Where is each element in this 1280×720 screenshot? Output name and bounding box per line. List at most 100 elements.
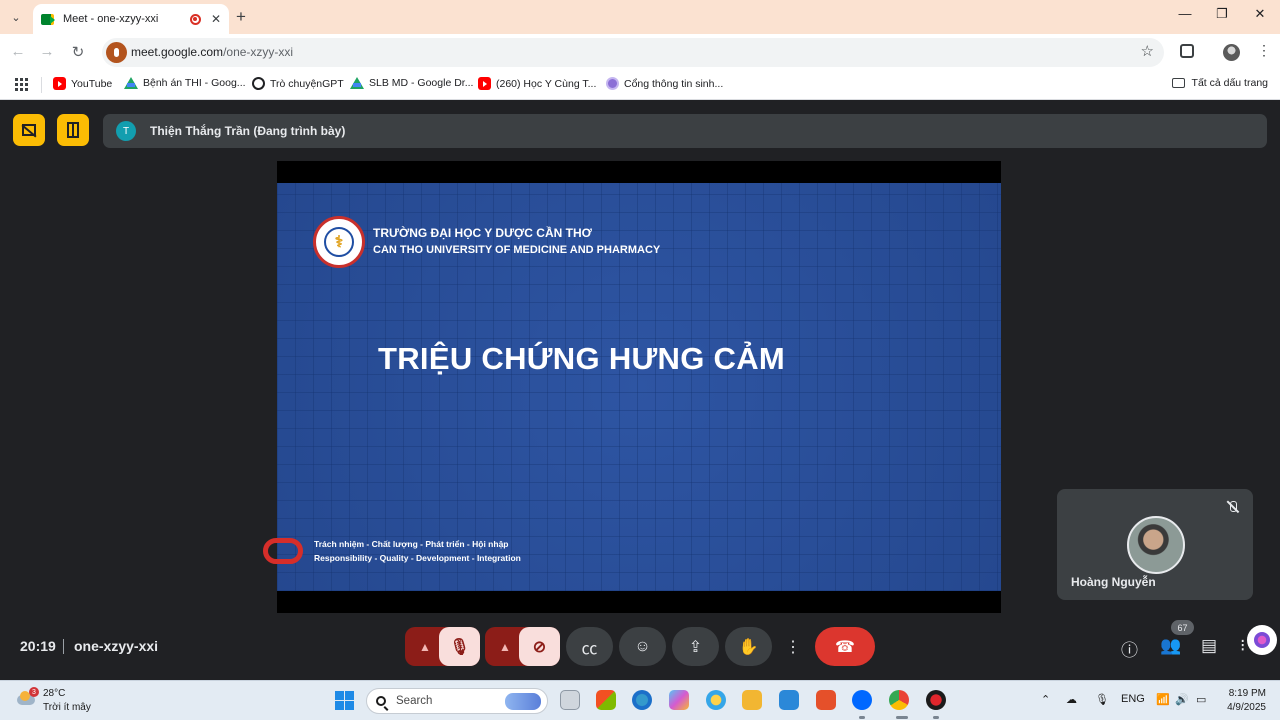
portal-icon [606,77,619,90]
store-icon[interactable] [596,690,616,710]
chatgpt-icon [252,77,265,90]
bookmark-item[interactable]: (260) Học Y Cùng T... [478,77,596,90]
window-close-icon[interactable]: ✕ [1250,6,1270,22]
leave-call-button[interactable]: ☎ [815,627,875,666]
hang-up-icon: ☎ [835,638,855,656]
weather-temperature[interactable]: 28°C [43,688,65,699]
layout-toggle-button[interactable] [57,114,89,146]
clock-date: 4/9/2025 [1227,702,1266,713]
all-bookmarks[interactable]: Tất cả dấu trang [1171,77,1268,89]
back-icon[interactable]: ← [9,43,27,60]
browser-tab-bar: ⌄ Meet - one-xzyy-xxi ✕ + — ❐ ✕ [0,0,1280,34]
activities-icon[interactable]: ⁝ [1240,636,1245,656]
bookmark-item[interactable]: Cổng thông tin sinh... [606,77,723,90]
mic-in-use-icon[interactable] [106,42,127,63]
captions-icon: ㏄ [581,640,598,658]
motto-en: Responsibility - Quality - Development -… [314,553,521,563]
hand-icon: ✋ [738,638,759,656]
red-arc-decoration [263,538,303,564]
weather-badge: 3 [29,687,39,697]
mic-toggle-button[interactable]: 🎙 [439,627,480,666]
chat-icon[interactable]: ▤ [1201,636,1217,656]
taskbar-search-input[interactable]: Search [366,688,548,714]
audio-control-group: ▲ 🎙 [405,627,480,666]
url-text: meet.google.com/one-xzyy-xxi [131,45,294,59]
recorder-icon[interactable] [926,690,946,710]
chrome-icon[interactable] [889,690,909,710]
camera-toggle-button[interactable]: ⊘ [519,627,560,666]
meet-area: T Thiện Thắng Trần (Đang trình bày) ⚕ TR… [0,101,1280,680]
onedrive-icon[interactable]: ☁ [1066,693,1077,706]
participant-tile[interactable]: Hoàng Nguyễn [1057,489,1253,600]
zalo-icon[interactable] [852,690,872,710]
bookmarks-divider [41,77,42,93]
participant-name: Hoàng Nguyễn [1071,575,1156,589]
minimize-icon[interactable]: — [1175,6,1195,21]
address-bar[interactable]: meet.google.com/one-xzyy-xxi ☆ [102,38,1164,67]
avatar [1127,516,1185,574]
camera-off-icon: ⊘ [532,638,547,656]
extensions-icon[interactable] [1180,44,1194,58]
presentation-stage: ⚕ TRƯỜNG ĐẠI HỌC Y DƯỢC CẦN THƠ CAN THO … [263,161,1001,613]
tab-meet[interactable]: Meet - one-xzyy-xxi ✕ [33,4,229,34]
youtube-icon [478,77,491,90]
app-running-indicator [859,716,865,719]
bookmark-item[interactable]: Bệnh án THI - Goog... [124,77,246,89]
show-hidden-icons-icon[interactable]: ⌃ [1041,693,1050,706]
reactions-button[interactable]: ☺ [619,627,666,666]
meeting-code: one-xzyy-xxi [74,638,159,654]
language-indicator[interactable]: ENG [1121,693,1145,705]
start-button-icon[interactable] [335,691,354,710]
tab-search-icon[interactable]: ⌄ [6,7,26,27]
bookmark-item[interactable]: Trò chuyệnGPT [252,77,344,90]
search-icon [376,696,386,706]
door-icon [67,122,79,138]
file-explorer-icon[interactable] [742,690,762,710]
browser-toolbar: ← → ↻ meet.google.com/one-xzyy-xxi ☆ ⋮ [0,34,1280,70]
brave-icon[interactable] [816,690,836,710]
forward-icon[interactable]: → [38,43,56,60]
task-view-icon[interactable] [560,690,580,710]
participants-count-badge: 67 [1171,620,1194,635]
captions-button[interactable]: ㏄ [566,627,613,666]
edge-icon[interactable] [632,690,652,710]
presenter-avatar: T [116,121,136,141]
info-divider [63,639,64,654]
browser-menu-icon[interactable]: ⋮ [1257,42,1271,59]
reload-icon[interactable]: ↻ [69,43,87,61]
maximize-icon[interactable]: ❐ [1212,6,1232,22]
bookmark-item[interactable]: YouTube [53,77,112,90]
new-tab-icon[interactable]: + [236,7,246,27]
gemini-button[interactable] [1247,625,1277,655]
hide-video-toggle-button[interactable] [13,114,45,146]
photos-icon[interactable] [706,690,726,710]
presentation-slide: ⚕ TRƯỜNG ĐẠI HỌC Y DƯỢC CẦN THƠ CAN THO … [263,183,1001,591]
profile-avatar[interactable] [1223,44,1240,61]
video-options-chevron-icon[interactable]: ▲ [499,640,511,654]
battery-icon[interactable]: ▭ [1196,693,1206,706]
bookmark-item[interactable]: SLB MD - Google Dr... [350,77,473,89]
wifi-icon[interactable]: 📶 [1156,693,1170,706]
bookmarks-bar: YouTube Bệnh án THI - Goog... Trò chuyện… [0,70,1280,100]
mic-off-icon: 🎙 [449,638,470,656]
bookmark-star-icon[interactable]: ☆ [1141,42,1154,60]
copilot-icon[interactable] [669,690,689,710]
apps-grid-icon[interactable] [15,78,28,91]
recording-icon [189,13,201,25]
video-off-icon [22,124,36,136]
tab-close-icon[interactable]: ✕ [211,12,221,26]
present-button[interactable]: ⇪ [672,627,719,666]
meet-favicon-icon [41,13,55,25]
more-options-button[interactable]: ⋮ [780,627,806,666]
audio-options-chevron-icon[interactable]: ▲ [419,640,431,654]
volume-icon[interactable]: 🔊 [1175,693,1189,706]
drive-icon [350,77,364,89]
taskbar-clock[interactable]: 8:19 PM 4/9/2025 [1222,688,1266,713]
zoom-meetings-icon[interactable] [779,690,799,710]
microphone-icon[interactable]: 🎙 [1095,693,1109,706]
weather-description[interactable]: Trời ít mây [43,702,91,713]
raise-hand-button[interactable]: ✋ [725,627,772,666]
meeting-details-icon[interactable]: ⓘ [1121,636,1138,661]
video-control-group: ▲ ⊘ [485,627,560,666]
people-icon[interactable]: 👥 [1160,636,1181,656]
